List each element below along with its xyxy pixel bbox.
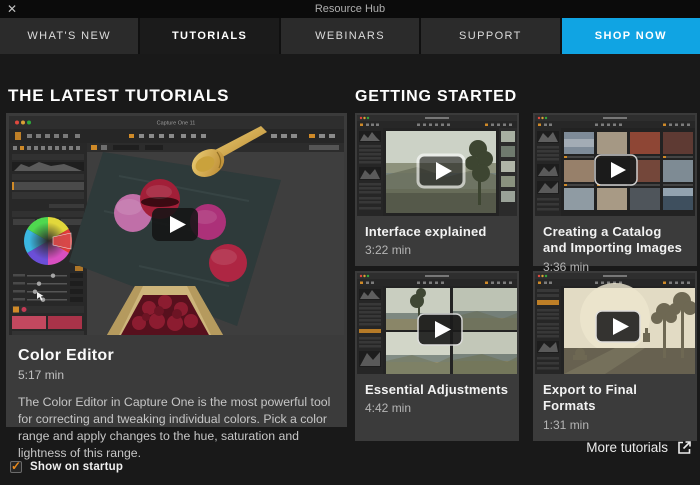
color-editor-thumbnail-art: Capture One 11 — [9, 116, 344, 335]
getting-started-grid: Interface explained 3:22 min — [355, 113, 697, 441]
close-icon[interactable]: ✕ — [7, 1, 17, 17]
tab-webinars[interactable]: WEBINARS — [281, 18, 419, 54]
tab-shop-now[interactable]: SHOP NOW — [562, 18, 700, 54]
latest-tutorials-heading: THE LATEST TUTORIALS — [8, 86, 229, 106]
getting-started-heading: GETTING STARTED — [355, 88, 517, 106]
interface-video-thumbnail[interactable] — [355, 113, 519, 218]
video-duration: 3:22 min — [365, 243, 509, 257]
tab-support[interactable]: SUPPORT — [421, 18, 559, 54]
play-icon — [596, 311, 640, 342]
tutorial-card-adjustments: Essential Adjustments 4:42 min — [355, 271, 519, 441]
window-titlebar: ✕ Resource Hub — [0, 0, 700, 18]
more-tutorials-label: More tutorials — [586, 440, 668, 455]
play-icon — [152, 208, 198, 241]
video-title: Export to Final Formats — [543, 382, 687, 415]
video-duration: 4:42 min — [365, 401, 509, 415]
external-link-icon — [677, 440, 692, 455]
catalog-video-thumbnail[interactable] — [533, 113, 697, 218]
video-duration: 1:31 min — [543, 418, 687, 432]
tab-tutorials[interactable]: TUTORIALS — [140, 18, 278, 54]
checkmark-icon: ✓ — [11, 459, 21, 473]
more-tutorials-link[interactable]: More tutorials — [586, 440, 692, 455]
featured-video-thumbnail[interactable]: Capture One 11 — [6, 113, 347, 338]
tutorial-card-catalog: Creating a Catalog and Importing Images … — [533, 113, 697, 266]
video-title: Essential Adjustments — [365, 382, 509, 398]
play-icon — [418, 314, 462, 345]
window-title: Resource Hub — [0, 3, 700, 15]
catalog-thumbnail-art — [535, 115, 695, 216]
video-title: Creating a Catalog and Importing Images — [543, 224, 687, 257]
featured-tutorial-card: Capture One 11 — [6, 113, 347, 427]
featured-video-description: The Color Editor in Capture One is the m… — [18, 394, 335, 462]
startup-checkbox[interactable]: ✓ — [10, 461, 22, 473]
featured-video-duration: 5:17 min — [18, 368, 335, 382]
video-title: Interface explained — [365, 224, 509, 240]
svg-text:Capture One 11: Capture One 11 — [157, 121, 196, 127]
tab-whats-new[interactable]: WHAT'S NEW — [0, 18, 138, 54]
show-on-startup-toggle[interactable]: ✓ Show on startup — [10, 461, 123, 473]
adjustments-thumbnail-art — [357, 273, 517, 374]
startup-checkbox-label: Show on startup — [30, 461, 123, 473]
tutorial-card-interface: Interface explained 3:22 min — [355, 113, 519, 266]
export-thumbnail-art — [535, 273, 695, 374]
export-video-thumbnail[interactable] — [533, 271, 697, 376]
tutorial-card-export: Export to Final Formats 1:31 min — [533, 271, 697, 441]
featured-video-title: Color Editor — [18, 347, 335, 365]
interface-thumbnail-art — [357, 115, 517, 216]
play-icon — [418, 155, 464, 187]
play-icon — [595, 155, 637, 185]
tab-bar: WHAT'S NEW TUTORIALS WEBINARS SUPPORT SH… — [0, 18, 700, 54]
adjustments-video-thumbnail[interactable] — [355, 271, 519, 376]
